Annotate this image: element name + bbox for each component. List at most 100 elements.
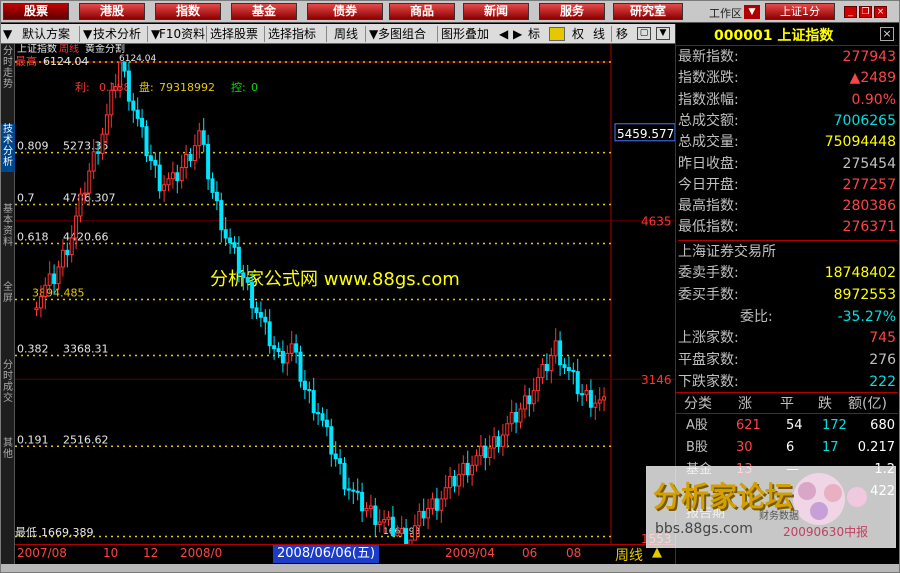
sector-amt: 0.217: [857, 440, 895, 455]
sector-table-header: 分类 涨 平 跌 额(亿): [676, 392, 898, 414]
candle-body: [373, 505, 378, 525]
candle-body: [285, 352, 290, 364]
candle-body: [126, 70, 131, 102]
nav-commodity[interactable]: 商品: [389, 3, 455, 20]
market-value: 745: [869, 330, 896, 347]
forum-url: bbs.88gs.com: [655, 521, 753, 537]
candle-body: [500, 434, 505, 447]
candle-body: [333, 453, 338, 460]
candle-body: [109, 89, 114, 116]
scroll-right-icon[interactable]: ▶: [513, 26, 522, 42]
multi-arrow-icon[interactable]: ▼: [369, 26, 378, 42]
date-tick: 08: [566, 546, 582, 560]
toolbar-rights[interactable]: 权: [572, 26, 584, 42]
candle-body: [566, 367, 571, 371]
quote-row: 总成交额: 7006265: [678, 110, 896, 132]
candle-body: [56, 266, 61, 285]
candle-body: [421, 510, 426, 519]
nav-service[interactable]: 服务: [539, 3, 605, 20]
nav-news[interactable]: 新闻: [463, 3, 529, 20]
tab-fundamentals[interactable]: 基本资料: [1, 204, 15, 252]
report-date: 20090630中报: [783, 525, 869, 539]
candle-body: [47, 273, 52, 286]
candle-body: [289, 343, 294, 354]
control-value: 0: [251, 81, 258, 94]
nav-fund[interactable]: 基金: [231, 3, 297, 20]
candle-body: [267, 321, 272, 347]
minimize-icon[interactable]: _: [844, 6, 857, 18]
panel-title: 000001 上证指数: [714, 28, 834, 44]
toolbar-line[interactable]: 线: [593, 26, 605, 42]
sector-up: 30: [736, 440, 753, 455]
tech-arrow-icon[interactable]: ▼: [83, 26, 92, 42]
candle-body: [263, 316, 268, 323]
toolbar-mark[interactable]: 标: [528, 26, 540, 42]
tab-intraday[interactable]: 分时走势: [1, 46, 15, 94]
fib-ratio-label: 0.7: [17, 192, 35, 205]
market-value: 8972553: [833, 286, 896, 303]
market-label: 委卖手数:: [678, 265, 739, 281]
date-tick: 06: [522, 546, 538, 560]
toolbar-tech-analysis[interactable]: 技术分析: [93, 26, 141, 42]
toolbar-select-indicator[interactable]: 选择指标: [268, 26, 316, 42]
kline-chart[interactable]: 0.809 5273.35 0.7 4786.307 0.618 4420.66 3894.…: [15, 42, 676, 546]
candle-body: [571, 369, 576, 373]
candle-body: [74, 215, 79, 239]
panel-close-icon[interactable]: ×: [880, 27, 894, 41]
nav-index[interactable]: 指数: [155, 3, 221, 20]
quote-row: 最高指数: 280386: [678, 195, 896, 217]
candle-body: [135, 109, 140, 119]
candle-body: [487, 447, 492, 459]
price-box-value: 5459.577: [617, 127, 674, 141]
nav-research[interactable]: 研究室: [613, 3, 683, 20]
down-box-icon[interactable]: ▼: [656, 27, 670, 40]
candle-body: [395, 532, 400, 537]
scheme-arrow-icon[interactable]: ▼: [3, 26, 12, 42]
tab-fullscreen[interactable]: 全屏: [1, 282, 15, 308]
candle-body: [470, 464, 475, 476]
candle-body: [192, 145, 197, 162]
candle-body: [474, 455, 479, 466]
toolbar-divider: [79, 26, 80, 42]
candle-body: [96, 151, 101, 154]
nav-hk-stock[interactable]: 港股: [79, 3, 145, 20]
candle-body: [588, 390, 593, 408]
quote-button[interactable]: 上证1分: [765, 3, 835, 20]
candle-body: [34, 307, 39, 311]
candle-body: [540, 364, 545, 379]
candle-body: [210, 178, 215, 193]
candle-body: [562, 364, 567, 369]
candle-body: [465, 462, 470, 476]
candle-body: [483, 445, 488, 459]
candle-body: [443, 487, 448, 500]
candle-body: [276, 348, 281, 353]
toolbar-f10[interactable]: F10资料: [159, 26, 205, 42]
candle-body: [346, 488, 351, 491]
candle-body: [377, 521, 382, 525]
plus-icon[interactable]: [549, 27, 565, 41]
toolbar-multi-chart[interactable]: 多图组合: [378, 26, 426, 42]
candle-body: [522, 395, 527, 410]
close-icon[interactable]: ×: [874, 6, 887, 18]
toolbar-select-stock[interactable]: 选择股票: [210, 26, 258, 42]
nav-stock[interactable]: 股票: [3, 3, 69, 20]
workspace-dropdown-icon[interactable]: ▼: [744, 5, 760, 19]
quote-label: 指数涨跌:: [678, 70, 739, 87]
candle-body: [360, 491, 365, 512]
toolbar-weekly[interactable]: 周线: [334, 26, 358, 42]
market-label: 平盘家数:: [678, 352, 739, 369]
toolbar-move[interactable]: 移: [616, 26, 628, 42]
candle-body: [584, 390, 589, 396]
toolbar-overlay[interactable]: 图形叠加: [441, 26, 489, 42]
header-amount: 额(亿): [848, 396, 887, 412]
market-row: 委买手数: 8972553: [678, 284, 896, 306]
toolbar-divider: [437, 26, 438, 42]
tab-technical[interactable]: 技术分析: [1, 124, 15, 172]
zoom-icon[interactable]: ▢: [637, 27, 651, 40]
scroll-left-icon[interactable]: ◀: [499, 26, 508, 42]
tab-tick-trade[interactable]: 分时成交: [1, 360, 15, 408]
toolbar-default-scheme[interactable]: 默认方案: [22, 26, 70, 42]
nav-bond[interactable]: 债券: [307, 3, 383, 20]
tab-other[interactable]: 其他: [1, 438, 15, 464]
restore-icon[interactable]: ❐: [859, 6, 872, 18]
